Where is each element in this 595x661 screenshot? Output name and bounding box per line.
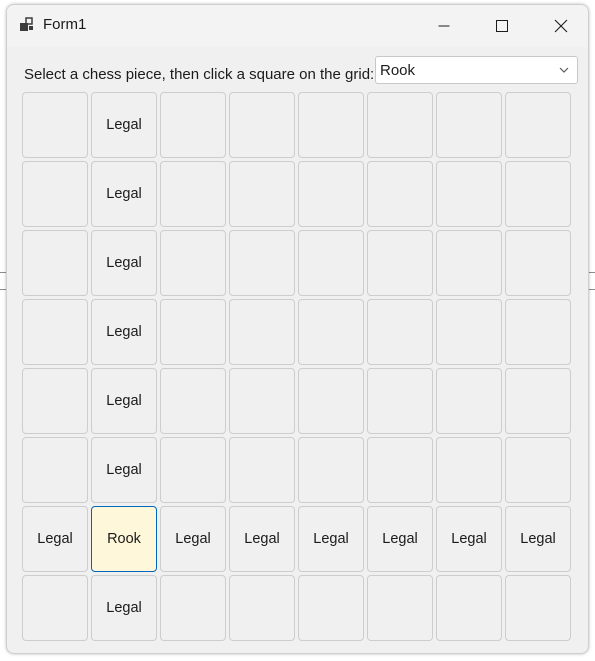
board-square-r2-c2[interactable]: Legal — [91, 161, 157, 227]
board-square-r8-c3[interactable] — [160, 575, 226, 641]
piece-select[interactable]: Rook — [375, 56, 578, 84]
board-square-r7-c1[interactable]: Legal — [22, 506, 88, 572]
board-square-r6-c3[interactable] — [160, 437, 226, 503]
form-window: Form1 Select a chess piece, then click a… — [6, 4, 589, 654]
maximize-button[interactable] — [473, 5, 531, 47]
board-square-r3-c8[interactable] — [505, 230, 571, 296]
board-square-r3-c5[interactable] — [298, 230, 364, 296]
board-square-r5-c6[interactable] — [367, 368, 433, 434]
board-square-r2-c3[interactable] — [160, 161, 226, 227]
board-square-r5-c8[interactable] — [505, 368, 571, 434]
board-square-r6-c6[interactable] — [367, 437, 433, 503]
board-square-r8-c1[interactable] — [22, 575, 88, 641]
board-square-r7-c5[interactable]: Legal — [298, 506, 364, 572]
board-square-r6-c2[interactable]: Legal — [91, 437, 157, 503]
board-square-r6-c5[interactable] — [298, 437, 364, 503]
chevron-down-icon — [559, 67, 569, 73]
board-square-r3-c1[interactable] — [22, 230, 88, 296]
board-square-r2-c7[interactable] — [436, 161, 502, 227]
board-square-r2-c5[interactable] — [298, 161, 364, 227]
background-line — [589, 272, 595, 273]
minimize-button[interactable] — [415, 5, 473, 47]
minimize-icon — [438, 25, 450, 27]
instruction-label: Select a chess piece, then click a squar… — [24, 66, 375, 83]
board-square-r4-c5[interactable] — [298, 299, 364, 365]
board-square-r1-c1[interactable] — [22, 92, 88, 158]
board-square-r8-c5[interactable] — [298, 575, 364, 641]
board-square-r6-c1[interactable] — [22, 437, 88, 503]
board-square-r1-c4[interactable] — [229, 92, 295, 158]
board-square-r5-c5[interactable] — [298, 368, 364, 434]
board-square-r8-c6[interactable] — [367, 575, 433, 641]
board-square-r4-c2[interactable]: Legal — [91, 299, 157, 365]
app-icon — [19, 17, 35, 33]
board-square-r7-c8[interactable]: Legal — [505, 506, 571, 572]
title-bar[interactable]: Form1 — [7, 5, 588, 47]
board-square-r6-c7[interactable] — [436, 437, 502, 503]
board-square-r3-c3[interactable] — [160, 230, 226, 296]
board-square-r5-c3[interactable] — [160, 368, 226, 434]
board-square-r7-c4[interactable]: Legal — [229, 506, 295, 572]
close-icon — [554, 19, 568, 33]
board-square-r3-c4[interactable] — [229, 230, 295, 296]
board-square-r6-c8[interactable] — [505, 437, 571, 503]
board-square-r7-c7[interactable]: Legal — [436, 506, 502, 572]
board-square-r7-c6[interactable]: Legal — [367, 506, 433, 572]
board-square-r2-c4[interactable] — [229, 161, 295, 227]
window-title: Form1 — [43, 16, 87, 33]
board-square-r4-c6[interactable] — [367, 299, 433, 365]
board-square-r4-c8[interactable] — [505, 299, 571, 365]
board-square-r1-c8[interactable] — [505, 92, 571, 158]
board-square-r5-c4[interactable] — [229, 368, 295, 434]
board-square-r7-c3[interactable]: Legal — [160, 506, 226, 572]
board-square-r4-c7[interactable] — [436, 299, 502, 365]
close-button[interactable] — [532, 5, 588, 47]
board-square-r4-c1[interactable] — [22, 299, 88, 365]
board-square-r3-c7[interactable] — [436, 230, 502, 296]
board-square-r1-c7[interactable] — [436, 92, 502, 158]
board-square-r8-c4[interactable] — [229, 575, 295, 641]
board-square-r8-c2[interactable]: Legal — [91, 575, 157, 641]
board-square-r3-c2[interactable]: Legal — [91, 230, 157, 296]
board-square-r4-c3[interactable] — [160, 299, 226, 365]
board-square-r3-c6[interactable] — [367, 230, 433, 296]
board-square-r5-c7[interactable] — [436, 368, 502, 434]
board-square-r6-c4[interactable] — [229, 437, 295, 503]
board-square-r2-c6[interactable] — [367, 161, 433, 227]
maximize-icon — [496, 20, 508, 32]
board-square-r2-c8[interactable] — [505, 161, 571, 227]
piece-select-value: Rook — [380, 62, 416, 79]
board-square-r7-c2[interactable]: Rook — [91, 506, 157, 572]
board-square-r8-c8[interactable] — [505, 575, 571, 641]
background-line — [589, 289, 595, 290]
board-square-r1-c3[interactable] — [160, 92, 226, 158]
board-square-r1-c6[interactable] — [367, 92, 433, 158]
board-square-r4-c4[interactable] — [229, 299, 295, 365]
board-square-r1-c5[interactable] — [298, 92, 364, 158]
board-square-r2-c1[interactable] — [22, 161, 88, 227]
board-square-r8-c7[interactable] — [436, 575, 502, 641]
board-square-r5-c1[interactable] — [22, 368, 88, 434]
board-square-r1-c2[interactable]: Legal — [91, 92, 157, 158]
board-square-r5-c2[interactable]: Legal — [91, 368, 157, 434]
